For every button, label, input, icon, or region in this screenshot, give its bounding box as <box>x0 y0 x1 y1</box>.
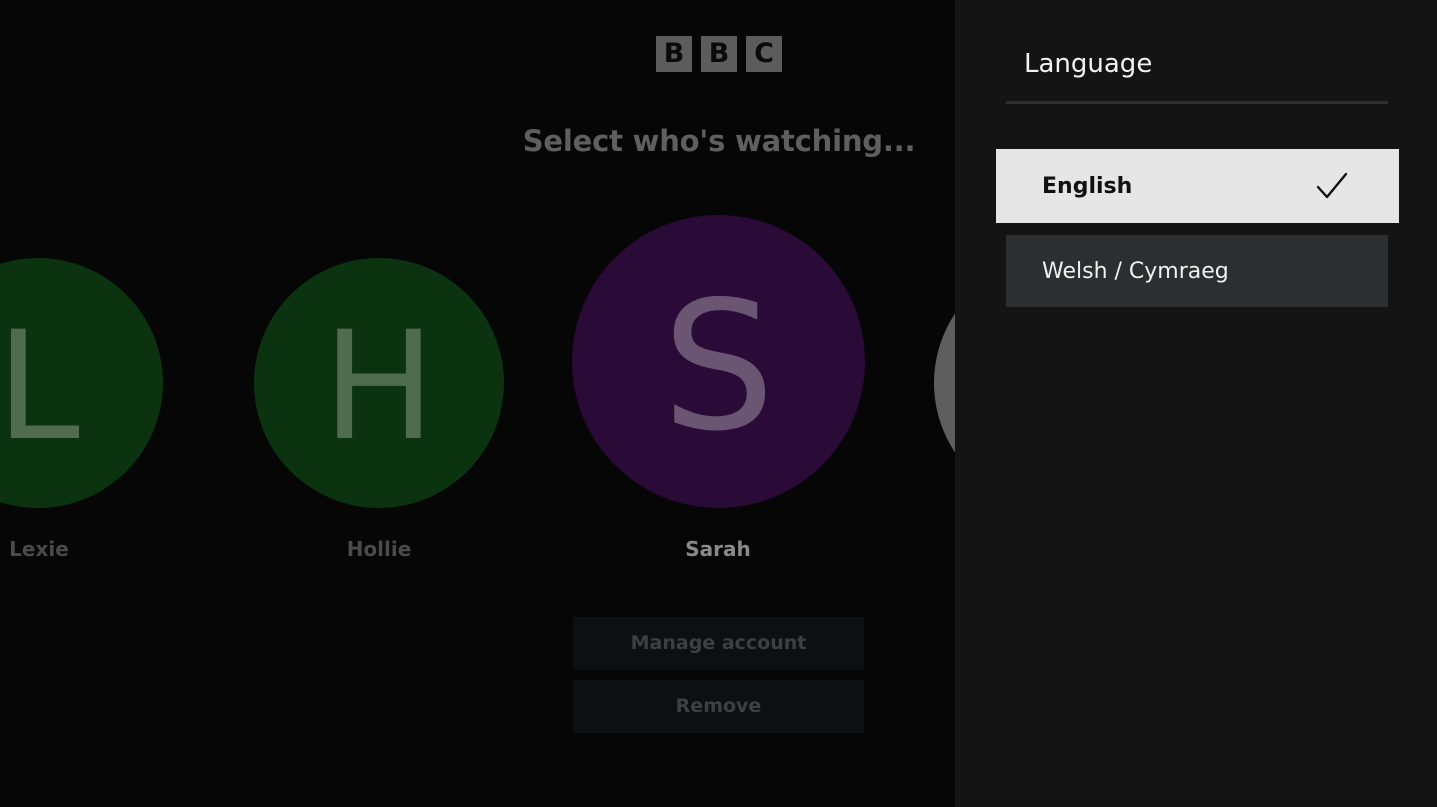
logo-letter: B <box>656 36 692 72</box>
remove-button[interactable]: Remove <box>573 680 864 733</box>
profile-select-screen: B B C Select who's watching... L Lexie H… <box>0 0 1437 807</box>
page-title: Select who's watching... <box>522 124 916 158</box>
checkmark-icon <box>1316 172 1348 199</box>
profile-avatar-sarah[interactable]: S <box>572 215 865 508</box>
profile-name-hollie: Hollie <box>346 537 412 561</box>
language-option-english[interactable]: English <box>996 149 1399 223</box>
language-option-welsh[interactable]: Welsh / Cymraeg <box>1006 235 1388 307</box>
profile-avatar-hollie[interactable]: H <box>254 258 504 508</box>
language-panel: Language English Welsh / Cymraeg <box>955 0 1437 807</box>
manage-account-button[interactable]: Manage account <box>573 617 864 670</box>
profile-name-lexie: Lexie <box>9 537 69 561</box>
avatar-initial: H <box>322 300 436 474</box>
bbc-logo: B B C <box>656 36 782 72</box>
divider <box>1006 101 1388 104</box>
avatar-initial: S <box>662 263 775 470</box>
logo-letter: C <box>746 36 782 72</box>
avatar-initial: L <box>0 300 80 474</box>
language-option-label: English <box>1042 173 1133 199</box>
profile-avatar-lexie[interactable]: L <box>0 258 163 508</box>
language-option-label: Welsh / Cymraeg <box>1042 258 1229 284</box>
language-panel-title: Language <box>1024 49 1153 79</box>
logo-letter: B <box>701 36 737 72</box>
profile-name-sarah: Sarah <box>685 537 751 561</box>
